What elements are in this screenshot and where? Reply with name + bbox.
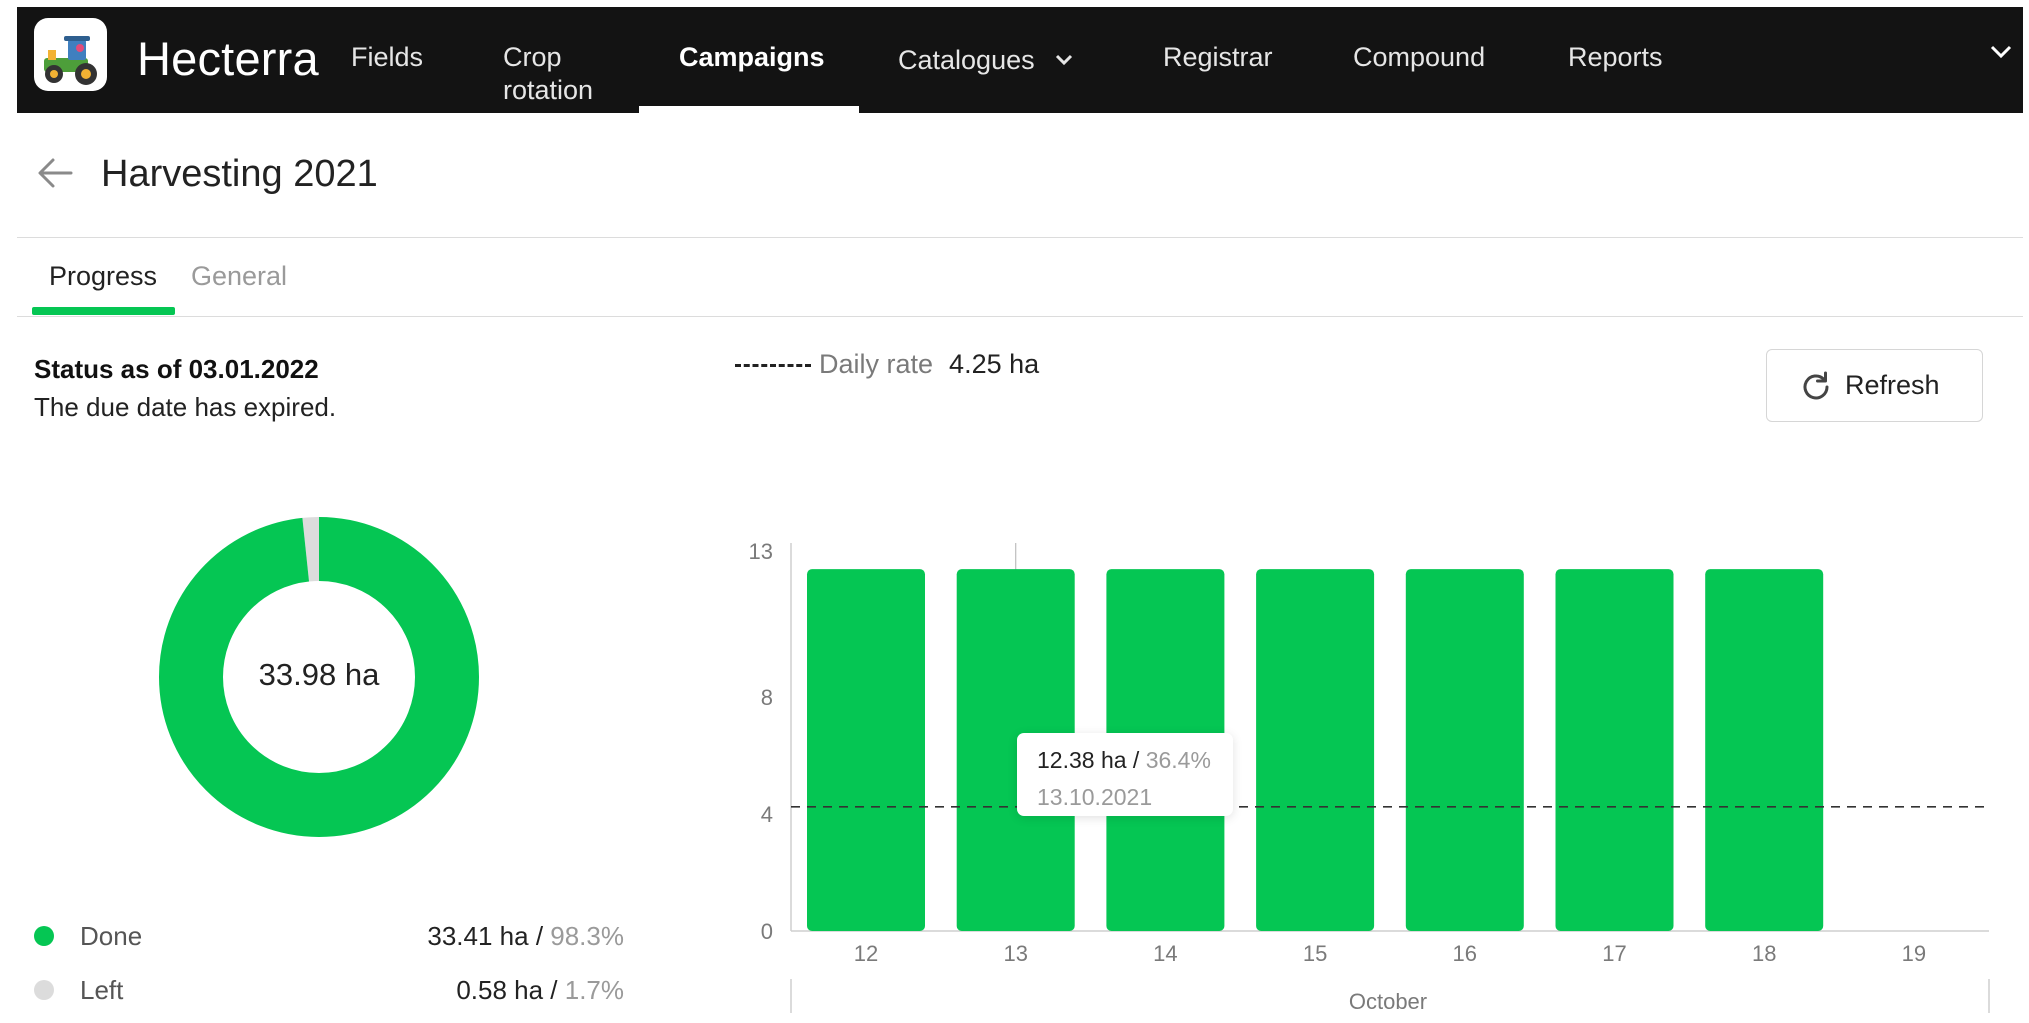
arrow-left-icon[interactable]	[35, 153, 75, 193]
legend-value-percent: 1.7%	[564, 975, 624, 1005]
status-title: Status as of 03.01.2022	[34, 354, 319, 384]
nav-registrar[interactable]: Registrar	[1163, 41, 1273, 74]
x-tick-label: 14	[1153, 941, 1177, 966]
tooltip-value: 12.38 ha / 36.4%	[1037, 747, 1211, 774]
app-window: Hecterra Fields Crop rotation Campaigns …	[17, 7, 2023, 1023]
x-tick-label: 19	[1902, 941, 1926, 966]
x-tick-label: 12	[854, 941, 878, 966]
bar-18[interactable]	[1705, 569, 1824, 931]
dashed-line-sample	[735, 364, 811, 368]
tooltip-amount: 12.38 ha	[1037, 747, 1127, 773]
page-title: Harvesting 2021	[101, 153, 378, 195]
chart-tooltip: 12.38 ha / 36.4% 13.10.2021	[1017, 733, 1233, 816]
chevron-down-icon[interactable]	[1990, 45, 2012, 64]
chevron-down-icon	[1055, 41, 1073, 74]
tooltip-sep: /	[1126, 747, 1146, 773]
donut-center-label: 33.98 ha	[258, 657, 380, 692]
nav-campaigns[interactable]: Campaigns	[679, 41, 825, 74]
page-header: Harvesting 2021	[17, 113, 2023, 238]
legend-value-sep: /	[543, 975, 565, 1005]
x-group-label: October	[1349, 989, 1427, 1014]
tractor-icon[interactable]	[34, 18, 107, 91]
x-tick-label: 13	[1003, 941, 1027, 966]
legend-item-left: Left 0.58 ha / 1.7%	[34, 971, 624, 1011]
legend-label: Left	[80, 975, 124, 1005]
legend-dot-done	[34, 926, 54, 946]
x-tick-label: 16	[1453, 941, 1477, 966]
active-nav-indicator	[639, 106, 859, 113]
x-tick-label: 15	[1303, 941, 1327, 966]
bar-17[interactable]	[1555, 569, 1674, 931]
bar-12[interactable]	[807, 569, 925, 931]
refresh-button[interactable]: Refresh	[1766, 349, 1983, 422]
legend-value-amount: 0.58 ha	[456, 975, 544, 1005]
nav-compound[interactable]: Compound	[1353, 41, 1485, 74]
nav-catalogues[interactable]: Catalogues	[898, 41, 1073, 77]
y-tick-label: 4	[761, 802, 773, 827]
daily-rate-legend: Daily rate 4.25 ha	[735, 349, 1039, 380]
brand-name: Hecterra	[137, 32, 319, 85]
nav-reports[interactable]: Reports	[1568, 41, 1663, 74]
nav-crop-rotation[interactable]: Crop rotation	[503, 41, 593, 107]
nav-catalogues-label: Catalogues	[898, 45, 1035, 75]
daily-rate-label: Daily rate	[819, 349, 934, 379]
legend-value-sep: /	[528, 921, 551, 951]
nav-fields[interactable]: Fields	[351, 41, 423, 74]
y-tick-label: 0	[761, 919, 773, 944]
legend-item-done: Done 33.41 ha / 98.3%	[34, 917, 624, 957]
bar-16[interactable]	[1405, 569, 1524, 931]
refresh-label: Refresh	[1845, 370, 1940, 400]
legend-value-percent: 98.3%	[550, 921, 624, 951]
legend-value: 0.58 ha / 1.7%	[456, 975, 624, 1006]
status-message: The due date has expired.	[34, 392, 337, 422]
legend-dot-left	[34, 980, 54, 1000]
tab-bar: Progress General	[17, 238, 2023, 317]
y-tick-label: 8	[761, 685, 773, 710]
legend-value: 33.41 ha / 98.3%	[427, 921, 624, 952]
tooltip-percent: 36.4%	[1145, 747, 1211, 773]
bar-15[interactable]	[1256, 569, 1375, 931]
legend-value-amount: 33.41 ha	[427, 921, 529, 951]
tooltip-date: 13.10.2021	[1037, 784, 1153, 810]
daily-progress-bar-chart: 0 4 8 13 12 13 14 15 16 17 18 19 October	[749, 539, 1990, 1014]
x-tick-label: 18	[1752, 941, 1776, 966]
x-tick-label: 17	[1602, 941, 1626, 966]
tab-general[interactable]: General	[191, 261, 287, 292]
top-navigation-bar: Hecterra Fields Crop rotation Campaigns …	[17, 7, 2023, 113]
active-tab-indicator	[32, 307, 175, 315]
legend-label: Done	[80, 921, 143, 951]
tab-progress[interactable]: Progress	[49, 261, 157, 292]
refresh-icon	[1799, 370, 1833, 404]
daily-rate-value: 4.25 ha	[949, 349, 1040, 379]
y-tick-label: 13	[749, 539, 773, 564]
